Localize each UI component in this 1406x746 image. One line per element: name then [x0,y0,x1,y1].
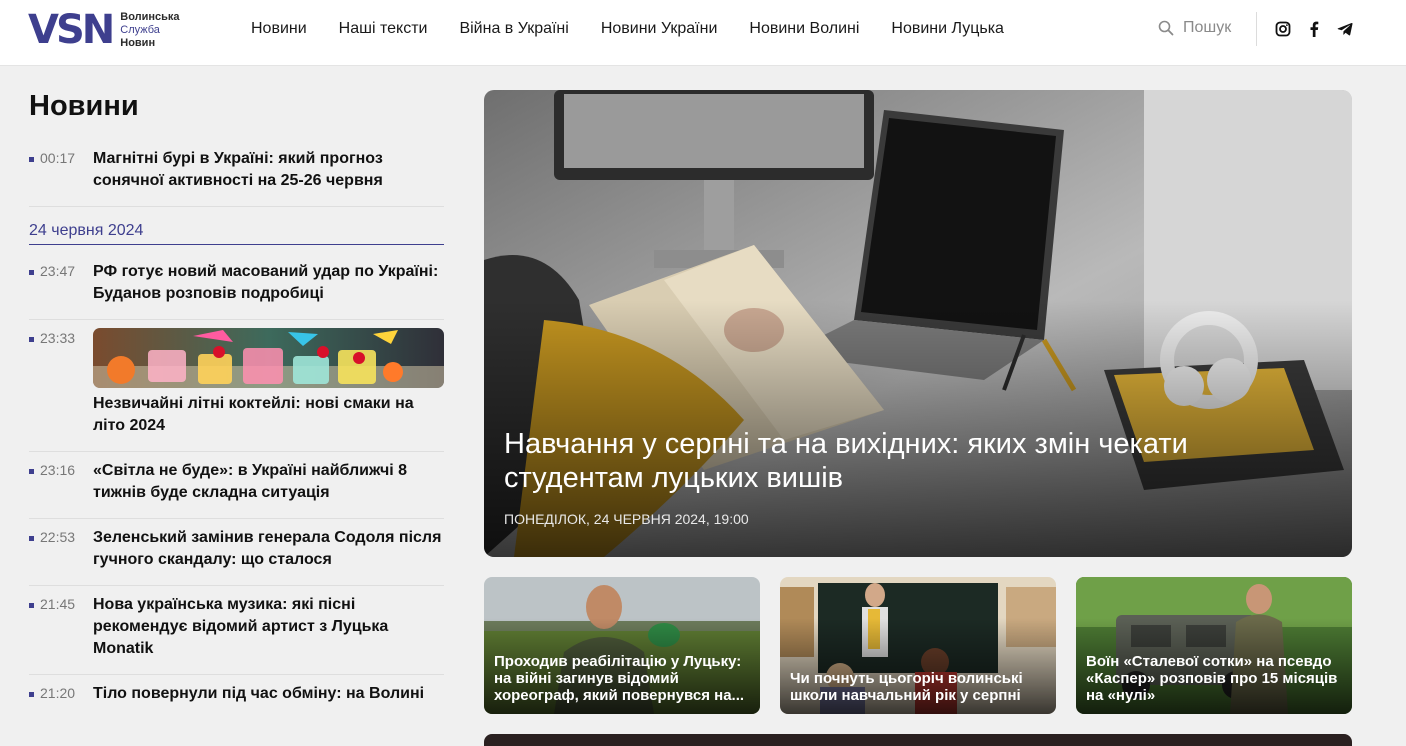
nav-lutsk-news[interactable]: Новини Луцька [891,19,1004,39]
logo-line-3: Новин [120,36,156,49]
site-header: VSN Волинська Служба Новин Новини Наші т… [0,0,1406,66]
card-title[interactable]: Воїн «Сталевої сотки» на псевдо «Каспер»… [1086,653,1342,704]
news-title[interactable]: «Світла не буде»: в Україні найближчі 8 … [93,460,444,504]
feed-title: Новини [29,90,139,122]
search-icon [1158,20,1174,36]
next-section-preview [484,734,1352,746]
news-time: 21:45 [29,596,75,612]
search-label: Пошук [1183,19,1232,36]
instagram-icon[interactable] [1274,20,1292,38]
nav-volyn-news[interactable]: Новини Волині [749,19,859,39]
header-divider [1256,12,1257,46]
news-time: 00:17 [29,150,75,166]
search-button[interactable]: Пошук [1158,19,1231,37]
news-title[interactable]: Магнітні бурі в Україні: який прогноз со… [93,148,444,192]
logo-line-2: Служба [120,23,160,36]
nav-our-texts[interactable]: Наші тексти [339,19,428,39]
news-item[interactable]: 00:17 Магнітні бурі в Україні: який прог… [29,140,444,207]
logo-subtitle: Волинська Служба Новин [120,11,179,50]
news-time: 23:47 [29,263,75,279]
news-feed: 00:17 Магнітні бурі в Україні: який прог… [29,140,444,719]
news-title[interactable]: РФ готує новий масований удар по Україні… [93,261,444,305]
site-logo[interactable]: VSN Волинська Служба Новин [28,10,180,50]
news-title[interactable]: Нова українська музика: які пісні рекоме… [93,594,444,660]
card-title[interactable]: Проходив реабілітацію у Луцьку: на війні… [494,653,750,704]
logo-line-1: Волинська [120,10,180,23]
nav-war[interactable]: Війна в Україні [459,19,568,39]
telegram-icon[interactable] [1336,20,1354,38]
nav-news[interactable]: Новини [251,19,307,39]
hero-title[interactable]: Навчання у серпні та на вихідних: яких з… [504,427,1324,495]
news-item[interactable]: 21:45 Нова українська музика: які пісні … [29,586,444,675]
news-card[interactable]: Проходив реабілітацію у Луцьку: на війні… [484,577,760,714]
news-title[interactable]: Незвичайні літні коктейлі: нові смаки на… [93,393,444,437]
news-time: 23:33 [29,330,75,346]
news-item[interactable]: 23:33 Незвичайні літні коктейлі: нові см… [29,320,444,452]
date-separator: 24 червня 2024 [29,207,444,245]
news-item[interactable]: 22:53 Зеленський замінив генерала Содоля… [29,519,444,586]
news-time: 22:53 [29,529,75,545]
news-title[interactable]: Зеленський замінив генерала Содоля після… [93,527,444,571]
main-nav: Новини Наші тексти Війна в Україні Новин… [251,19,1036,39]
news-title[interactable]: Тіло повернули під час обміну: на Волині [93,683,444,705]
hero-article[interactable]: Навчання у серпні та на вихідних: яких з… [484,90,1352,557]
news-time: 23:16 [29,462,75,478]
facebook-icon[interactable] [1305,20,1323,38]
news-card[interactable]: Воїн «Сталевої сотки» на псевдо «Каспер»… [1076,577,1352,714]
news-card[interactable]: Чи почнуть цьогоріч волинські школи навч… [780,577,1056,714]
nav-ukraine-news[interactable]: Новини України [601,19,718,39]
cocktails-thumbnail[interactable] [93,328,444,388]
news-item[interactable]: 23:16 «Світла не буде»: в Україні найбли… [29,452,444,519]
card-title[interactable]: Чи почнуть цьогоріч волинські школи навч… [790,670,1046,704]
hero-date: Понеділок, 24 червня 2024, 19:00 [504,511,749,527]
news-time: 21:20 [29,685,75,701]
news-item[interactable]: 23:47 РФ готує новий масований удар по У… [29,253,444,320]
news-item[interactable]: 21:20 Тіло повернули під час обміну: на … [29,675,444,719]
logo-mark: VSN [28,7,115,53]
